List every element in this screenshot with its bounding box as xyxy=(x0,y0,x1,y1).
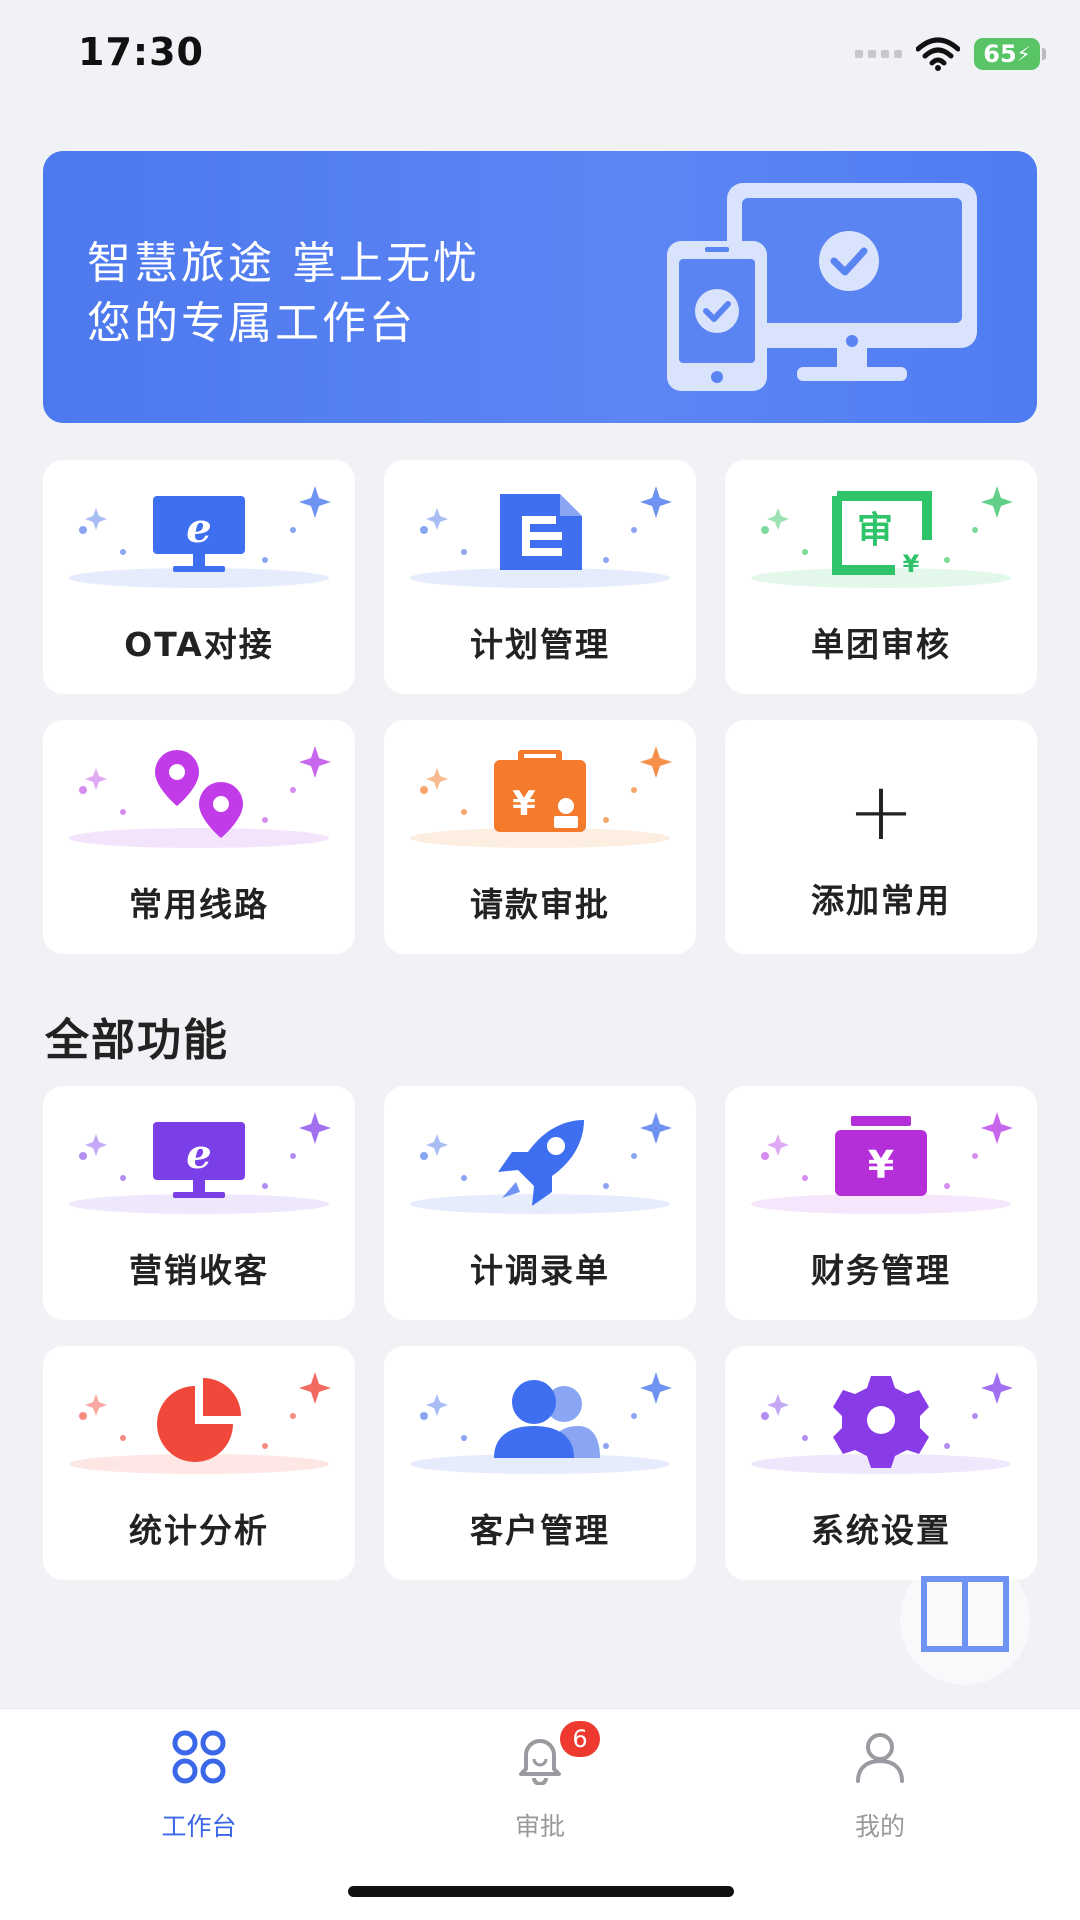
svg-text:审: 审 xyxy=(857,510,893,551)
devices-check-illustration xyxy=(667,183,977,391)
pie-chart-icon xyxy=(69,1372,331,1474)
wifi-icon xyxy=(916,37,960,71)
tile-order-entry[interactable]: 计调录单 xyxy=(384,1086,696,1320)
svg-text:¥: ¥ xyxy=(868,1143,894,1187)
status-indicators: 65 ⚡ xyxy=(855,34,1046,74)
charging-icon: ⚡ xyxy=(1016,42,1031,66)
status-bar: 17:30 65 ⚡ xyxy=(0,0,1080,110)
tab-label: 审批 xyxy=(514,1812,565,1841)
banner-slogan: 智慧旅途 掌上无忧 xyxy=(87,238,480,289)
tile-label: 统计分析 xyxy=(129,1511,269,1550)
tile-label: 计调录单 xyxy=(470,1251,610,1290)
tile-customer-management[interactable]: 客户管理 xyxy=(384,1346,696,1580)
status-time: 17:30 xyxy=(78,30,204,74)
computer-ie-icon: e xyxy=(69,1112,331,1214)
computer-ie-icon: e xyxy=(69,486,331,588)
gear-icon xyxy=(751,1372,1013,1474)
rocket-icon xyxy=(410,1112,672,1214)
all-functions-grid: e 营销收客 计调录单 ¥ 财务管理 统计分析 客户管理 系统设置 xyxy=(43,1086,1037,1580)
tile-label: 单团审核 xyxy=(811,625,951,664)
floating-book-button[interactable] xyxy=(900,1555,1030,1685)
wallet-yen-icon: ¥ xyxy=(751,1112,1013,1214)
tile-marketing[interactable]: e 营销收客 xyxy=(43,1086,355,1320)
payment-request-icon: ¥ xyxy=(410,746,672,848)
tile-add-favorite[interactable]: + 添加常用 xyxy=(725,720,1037,954)
tile-label: 添加常用 xyxy=(811,881,951,920)
map-pin-icon xyxy=(69,746,331,848)
tile-label: 常用线路 xyxy=(129,885,269,924)
svg-text:¥: ¥ xyxy=(512,784,536,824)
tile-label: 系统设置 xyxy=(811,1511,951,1550)
svg-text:e: e xyxy=(186,1131,211,1178)
document-icon xyxy=(410,486,672,588)
tab-label: 我的 xyxy=(854,1812,905,1841)
battery-indicator: 65 ⚡ xyxy=(974,38,1046,70)
tile-label: 客户管理 xyxy=(470,1511,610,1550)
tab-mine[interactable]: 我的 xyxy=(780,1709,980,1849)
tile-statistics[interactable]: 统计分析 xyxy=(43,1346,355,1580)
tile-label: 财务管理 xyxy=(811,1251,951,1290)
plus-icon: + xyxy=(847,765,915,858)
audit-stamp-icon: 审 ¥ xyxy=(751,486,1013,588)
grid-icon xyxy=(172,1730,226,1784)
home-indicator xyxy=(348,1886,734,1897)
banner-subtitle: 您的专属工作台 xyxy=(87,298,416,349)
tile-label: 计划管理 xyxy=(470,625,610,664)
tile-label: 请款审批 xyxy=(470,885,610,924)
tile-system-settings[interactable]: 系统设置 xyxy=(725,1346,1037,1580)
tile-plan-management[interactable]: 计划管理 xyxy=(384,460,696,694)
section-title-all-functions: 全部功能 xyxy=(45,1015,229,1066)
favorites-grid: e OTA对接 计划管理 审 ¥ 单团审核 常用线路 ¥ 请款审批 + 添加常用 xyxy=(43,460,1037,954)
tile-finance[interactable]: ¥ 财务管理 xyxy=(725,1086,1037,1320)
tile-label: 营销收客 xyxy=(129,1251,269,1290)
book-icon xyxy=(921,1576,1009,1652)
tile-group-review[interactable]: 审 ¥ 单团审核 xyxy=(725,460,1037,694)
battery-level: 65 xyxy=(983,40,1017,68)
svg-text:e: e xyxy=(186,505,211,552)
tile-ota[interactable]: e OTA对接 xyxy=(43,460,355,694)
tile-common-routes[interactable]: 常用线路 xyxy=(43,720,355,954)
tab-workbench[interactable]: 工作台 xyxy=(99,1709,299,1849)
tab-label: 工作台 xyxy=(161,1812,237,1841)
tile-payment-approval[interactable]: ¥ 请款审批 xyxy=(384,720,696,954)
approval-count-badge: 6 xyxy=(560,1721,600,1757)
tile-label: OTA对接 xyxy=(124,625,274,664)
users-icon xyxy=(410,1372,672,1474)
tab-approval[interactable]: 6 审批 xyxy=(440,1709,640,1849)
svg-text:¥: ¥ xyxy=(903,550,920,578)
workspace-banner[interactable]: 智慧旅途 掌上无忧 您的专属工作台 xyxy=(43,151,1037,423)
person-icon xyxy=(856,1733,904,1783)
cellular-signal-icon xyxy=(855,50,902,58)
